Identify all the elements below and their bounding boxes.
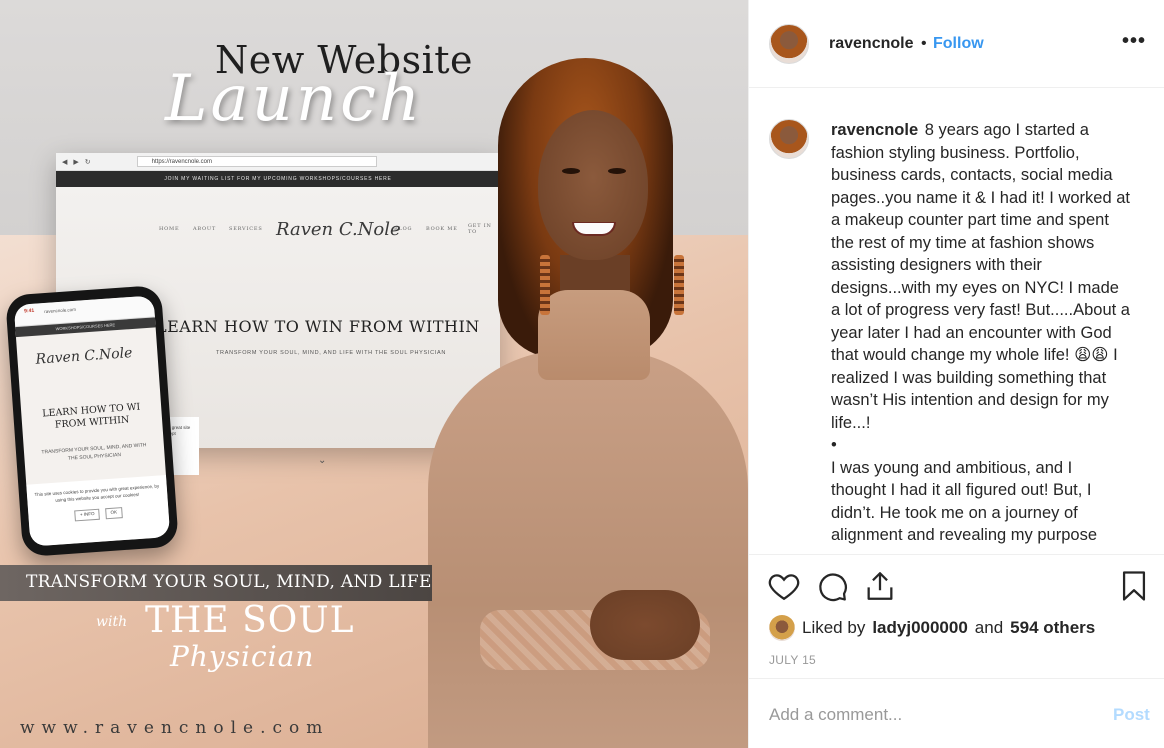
portrait-body	[428, 350, 748, 748]
post-actions: Liked by ladyj000000 and 594 others JULY…	[749, 554, 1164, 678]
phone-cookie-text: This site uses cookies to provide you wi…	[34, 483, 160, 503]
brand-with: with	[96, 614, 128, 630]
tagline: TRANSFORM YOUR SOUL, MIND, AND LIFE	[26, 572, 432, 592]
likes-prefix: Liked by	[802, 618, 866, 637]
chevron-down-icon: ⌄	[318, 455, 327, 466]
post-panel: ravencnole • Follow ••• ravencnole 8 yea…	[748, 0, 1164, 748]
comment-input[interactable]	[769, 701, 1089, 729]
earring-right	[674, 255, 684, 315]
portrait-hands	[590, 590, 700, 660]
comment-icon[interactable]	[815, 569, 849, 603]
forward-icon: ▶	[73, 158, 79, 166]
brand-name: THE SOUL	[145, 600, 355, 641]
caption-bullet: •	[831, 436, 837, 454]
site-nav-services: SERVICES	[229, 226, 263, 232]
phone-ok-button: OK	[105, 507, 123, 519]
portrait-eye-left	[562, 168, 580, 174]
share-icon[interactable]	[863, 569, 897, 603]
phone-subheading: TRANSFORM YOUR SOUL, MIND, AND WITH THE …	[41, 442, 147, 462]
portrait-turtleneck	[538, 290, 650, 380]
post-header: ravencnole • Follow •••	[749, 0, 1164, 88]
image-script-word: Launch	[165, 62, 424, 136]
post-date[interactable]: JULY 15	[769, 653, 816, 667]
caption-area[interactable]: ravencnole 8 years ago I started a fashi…	[749, 89, 1164, 554]
follow-button[interactable]: Follow	[933, 35, 984, 53]
portrait-photo	[420, 50, 748, 748]
post-comment-button[interactable]: Post	[1113, 705, 1150, 725]
phone-mockup: ravencnole.com 9:41 WORKSHOPS/COURSES HE…	[5, 284, 179, 558]
avatar[interactable]	[769, 24, 809, 64]
image-site-url: www.ravencnole.com	[20, 718, 330, 738]
post-caption: ravencnole 8 years ago I started a fashi…	[831, 119, 1131, 547]
reload-icon: ↻	[84, 158, 91, 166]
caption-avatar[interactable]	[769, 119, 809, 159]
post-image[interactable]: New Website Launch ◀ ▶ ↻ https://ravencn…	[0, 0, 748, 748]
phone-cookie-buttons: + INFO OK	[34, 504, 162, 523]
header-username[interactable]: ravencnole	[829, 35, 913, 53]
phone-cookie-notice: This site uses cookies to provide you wi…	[26, 474, 171, 547]
phone-time: 9:41	[23, 307, 35, 315]
header-separator: •	[921, 35, 927, 52]
portrait-face	[538, 110, 648, 260]
heart-icon[interactable]	[767, 569, 801, 603]
phone-logo: Raven C.Nole	[35, 345, 133, 368]
caption-emoji: 😩😩	[1074, 346, 1109, 364]
likes-summary: Liked by ladyj000000 and 594 others	[769, 615, 1095, 641]
liker-avatar[interactable]	[769, 615, 795, 641]
earring-left	[540, 255, 550, 315]
likes-and: and	[974, 618, 1004, 637]
bookmark-icon[interactable]	[1117, 569, 1151, 603]
site-nav-home: HOME	[159, 226, 180, 232]
back-icon: ◀	[62, 158, 68, 166]
site-nav-about: ABOUT	[193, 226, 217, 232]
more-options-icon[interactable]: •••	[1122, 30, 1146, 53]
site-subheading: TRANSFORM YOUR SOUL, MIND, AND LIFE WITH…	[216, 350, 447, 356]
caption-username[interactable]: ravencnole	[831, 121, 918, 139]
site-logo: Raven C.Nole	[276, 219, 401, 240]
caption-text-2: I was young and ambitious, and I thought…	[831, 458, 1097, 545]
phone-screen: ravencnole.com 9:41 WORKSHOPS/COURSES HE…	[13, 295, 171, 547]
browser-url: https://ravencnole.com	[136, 156, 377, 167]
phone-info-button: + INFO	[74, 508, 100, 521]
brand-script: Physician	[170, 640, 315, 673]
liker-username[interactable]: ladyj000000	[872, 618, 967, 638]
likes-others-link[interactable]: 594 others	[1010, 618, 1095, 638]
comment-box: Post	[749, 678, 1164, 748]
phone-hero: LEARN HOW TO WI FROM WITHIN	[41, 401, 141, 431]
portrait-eye-right	[608, 168, 626, 174]
caption-text-1: 8 years ago I started a fashion styling …	[831, 121, 1130, 364]
